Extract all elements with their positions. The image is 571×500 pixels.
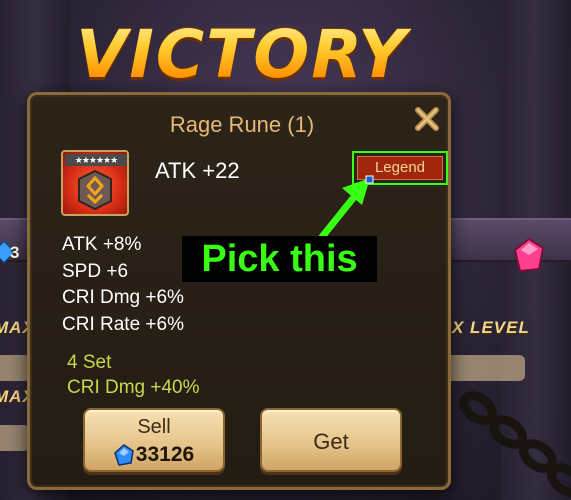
set-effect: CRI Dmg +40% bbox=[67, 377, 200, 398]
legend-highlight-box[interactable]: Legend bbox=[352, 151, 448, 185]
bg-exp-bar-right bbox=[445, 355, 525, 381]
rune-stars: ★★★★★★ bbox=[65, 154, 127, 166]
sell-button[interactable]: Sell 33126 bbox=[83, 408, 225, 472]
sell-price-value: 33126 bbox=[135, 443, 195, 466]
sell-button-label: Sell bbox=[137, 416, 171, 438]
popup-title: Rage Rune (1) bbox=[169, 112, 315, 137]
pink-crystal-icon bbox=[514, 238, 544, 272]
substat-row: CRI Dmg +6% bbox=[62, 287, 184, 308]
bg-count-left: 3 bbox=[10, 243, 21, 262]
sell-price: 33126 bbox=[85, 443, 223, 467]
rune-set-bonus: 4 Set CRI Dmg +40% bbox=[67, 350, 200, 400]
substat-row: ATK +8% bbox=[62, 234, 142, 255]
rune-symbol-icon bbox=[78, 169, 112, 211]
substat-row: CRI Rate +6% bbox=[62, 313, 184, 335]
rune-popup: Rage Rune (1) ★★★★★★ ATK +22 Legend ATK … bbox=[27, 92, 451, 490]
legend-grade-badge[interactable]: Legend bbox=[357, 156, 443, 180]
get-button-label: Get bbox=[313, 429, 349, 454]
get-button[interactable]: Get bbox=[260, 408, 402, 472]
bg-chain-icon bbox=[459, 391, 571, 497]
set-label: 4 Set bbox=[67, 352, 112, 373]
rune-substats: ATK +8% SPD +6 CRI Dmg +6% CRI Rate +6% bbox=[62, 232, 184, 338]
victory-title: VICTORY bbox=[72, 16, 412, 93]
bg-exp-bar-left-2 bbox=[0, 425, 30, 451]
crystal-icon bbox=[113, 444, 134, 466]
close-icon[interactable] bbox=[414, 106, 440, 132]
annotation-label: Pick this bbox=[182, 236, 377, 282]
bg-exp-bar-left bbox=[0, 355, 30, 381]
rage-rune-icon: ★★★★★★ bbox=[61, 150, 129, 216]
rune-main-stat: ATK +22 bbox=[155, 158, 240, 183]
substat-row: SPD +6 bbox=[62, 260, 129, 282]
bg-max-level-label: X LEVEL bbox=[452, 318, 530, 337]
